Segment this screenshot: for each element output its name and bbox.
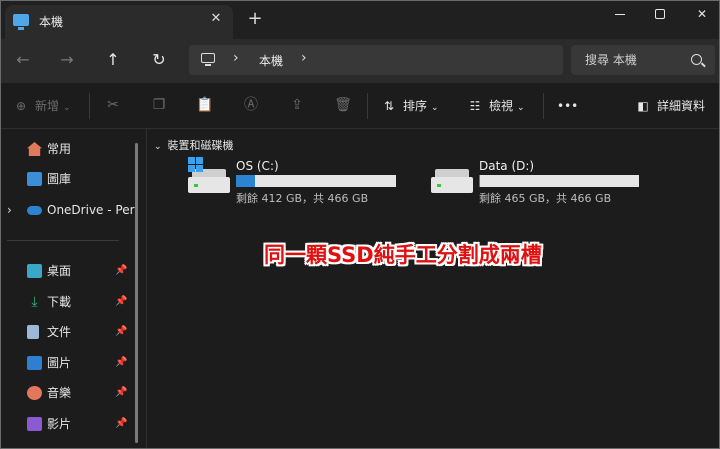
view-icon: ☷ xyxy=(469,99,481,113)
music-icon xyxy=(27,386,42,400)
drive-usage-bar xyxy=(236,175,396,187)
details-pane-button[interactable]: ◧ 詳細資料 xyxy=(635,96,705,116)
new-button[interactable]: ⊕ 新增 ⌄ xyxy=(13,96,71,116)
drive-usage-fill xyxy=(236,175,255,187)
sidebar-item-music[interactable]: 音樂 📌 xyxy=(1,381,131,405)
pin-icon: 📌 xyxy=(115,296,128,307)
videos-icon xyxy=(27,417,42,431)
new-label: 新增 xyxy=(35,99,60,113)
breadcrumb-separator[interactable]: › xyxy=(301,50,307,66)
delete-icon[interactable]: 🗑 xyxy=(334,96,352,114)
drive-item-c[interactable]: OS (C:) 剩餘 412 GB，共 466 GB xyxy=(188,157,408,207)
plus-circle-icon: ⊕ xyxy=(15,99,27,113)
drive-item-d[interactable]: Data (D:) 剩餘 465 GB，共 466 GB xyxy=(431,157,651,207)
sidebar-scrollbar[interactable] xyxy=(135,143,138,443)
sort-button[interactable]: ⇅ 排序 ⌄ xyxy=(381,96,439,116)
minimize-button[interactable] xyxy=(605,4,635,24)
home-icon xyxy=(27,142,42,156)
divider xyxy=(89,93,90,119)
address-row: ← → ↑ ↻ › 本機 › xyxy=(1,39,719,83)
rename-icon[interactable]: Ⓐ xyxy=(242,96,260,114)
pin-icon: 📌 xyxy=(115,387,128,398)
sidebar-item-pictures[interactable]: 圖片 📌 xyxy=(1,351,131,375)
tab-title: 本機 xyxy=(39,15,64,29)
annotation-text: 同一顆SSD純手工分割成兩槽 xyxy=(264,243,542,267)
search-icon[interactable] xyxy=(691,54,702,65)
details-pane-icon: ◧ xyxy=(637,99,649,113)
sort-icon: ⇅ xyxy=(383,99,395,113)
view-button[interactable]: ☷ 檢視 ⌄ xyxy=(467,96,525,116)
sidebar-item-downloads[interactable]: ⤓ 下載 📌 xyxy=(1,290,131,314)
close-window-button[interactable]: ✕ xyxy=(687,4,717,24)
sidebar-item-desktop[interactable]: 桌面 📌 xyxy=(1,259,131,283)
drive-usage-bar xyxy=(479,175,639,187)
drive-name: OS (C:) xyxy=(236,159,279,173)
divider xyxy=(367,93,368,119)
explorer-window: 本機 ✕ + ✕ ← → ↑ ↻ › 本機 › ⊕新增⌄ ✂ ❐ 📋 Ⓐ ⇪ 🗑 xyxy=(0,0,720,449)
refresh-button[interactable]: ↻ xyxy=(147,49,171,71)
tab-close-icon[interactable]: ✕ xyxy=(207,10,225,28)
sidebar-item-gallery[interactable]: 圖庫 xyxy=(1,167,131,191)
command-bar: ⊕ 新增 ⌄ ✂ ❐ 📋 Ⓐ ⇪ 🗑 ⇅ 排序 ⌄ ☷ 檢視 ⌄ ••• ◧ 詳細資料 xyxy=(1,83,719,129)
details-label: 詳細資料 xyxy=(657,99,706,113)
new-tab-button[interactable]: + xyxy=(245,9,265,29)
copy-icon[interactable]: ❐ xyxy=(150,96,168,114)
sidebar-item-documents[interactable]: 文件 📌 xyxy=(1,320,131,344)
sidebar-item-videos[interactable]: 影片 📌 xyxy=(1,412,131,436)
navigation-pane: 常用 圖庫 › OneDrive - Per 桌面 📌 ⤓ 下載 📌 文件 📌 xyxy=(1,129,147,448)
paste-icon[interactable]: 📋 xyxy=(196,96,214,114)
download-icon: ⤓ xyxy=(31,294,38,310)
more-options-button[interactable]: ••• xyxy=(557,96,578,116)
drive-name: Data (D:) xyxy=(479,159,535,173)
breadcrumb-separator[interactable]: › xyxy=(233,50,239,66)
document-icon xyxy=(27,325,39,339)
address-bar[interactable]: › 本機 › xyxy=(189,45,563,75)
pin-icon: 📌 xyxy=(115,357,128,368)
drive-usage-fill xyxy=(479,175,480,187)
tab-this-pc[interactable]: 本機 ✕ xyxy=(5,5,233,39)
sort-label: 排序 xyxy=(403,99,428,113)
sidebar-item-onedrive[interactable]: › OneDrive - Per xyxy=(1,198,135,222)
sidebar-divider xyxy=(7,240,119,241)
tab-strip: 本機 ✕ + ✕ xyxy=(1,1,719,39)
pin-icon: 📌 xyxy=(115,418,128,429)
windows-logo-icon xyxy=(188,157,204,173)
sidebar-item-home[interactable]: 常用 xyxy=(1,137,131,161)
chevron-down-icon: ⌄ xyxy=(63,103,71,113)
breadcrumb-this-pc[interactable]: 本機 xyxy=(259,52,283,69)
cloud-icon xyxy=(27,206,42,215)
up-button[interactable]: ↑ xyxy=(101,49,125,71)
chevron-right-icon[interactable]: › xyxy=(7,198,12,222)
monitor-icon xyxy=(201,53,215,66)
pin-icon: 📌 xyxy=(115,326,128,337)
pictures-icon xyxy=(27,356,42,370)
chevron-down-icon: ⌄ xyxy=(154,142,162,152)
group-header[interactable]: ⌄ 裝置和磁碟機 xyxy=(154,137,234,153)
back-button[interactable]: ← xyxy=(11,49,35,71)
view-label: 檢視 xyxy=(489,99,514,113)
drive-space-info: 剩餘 412 GB，共 466 GB xyxy=(236,192,369,205)
gallery-icon xyxy=(27,172,42,186)
cut-icon[interactable]: ✂ xyxy=(104,96,122,114)
maximize-button[interactable] xyxy=(645,4,675,24)
drive-icon xyxy=(431,165,473,193)
drive-icon xyxy=(188,157,230,193)
computer-icon xyxy=(13,14,29,30)
forward-button[interactable]: → xyxy=(55,49,79,71)
content-pane: ⌄ 裝置和磁碟機 OS (C:) 剩餘 412 GB，共 466 GB Data… xyxy=(148,129,719,448)
share-icon[interactable]: ⇪ xyxy=(288,96,306,114)
desktop-icon xyxy=(27,264,42,278)
chevron-down-icon: ⌄ xyxy=(431,103,439,113)
divider xyxy=(543,93,544,119)
chevron-down-icon: ⌄ xyxy=(517,103,525,113)
drive-space-info: 剩餘 465 GB，共 466 GB xyxy=(479,192,612,205)
pin-icon: 📌 xyxy=(115,265,128,276)
